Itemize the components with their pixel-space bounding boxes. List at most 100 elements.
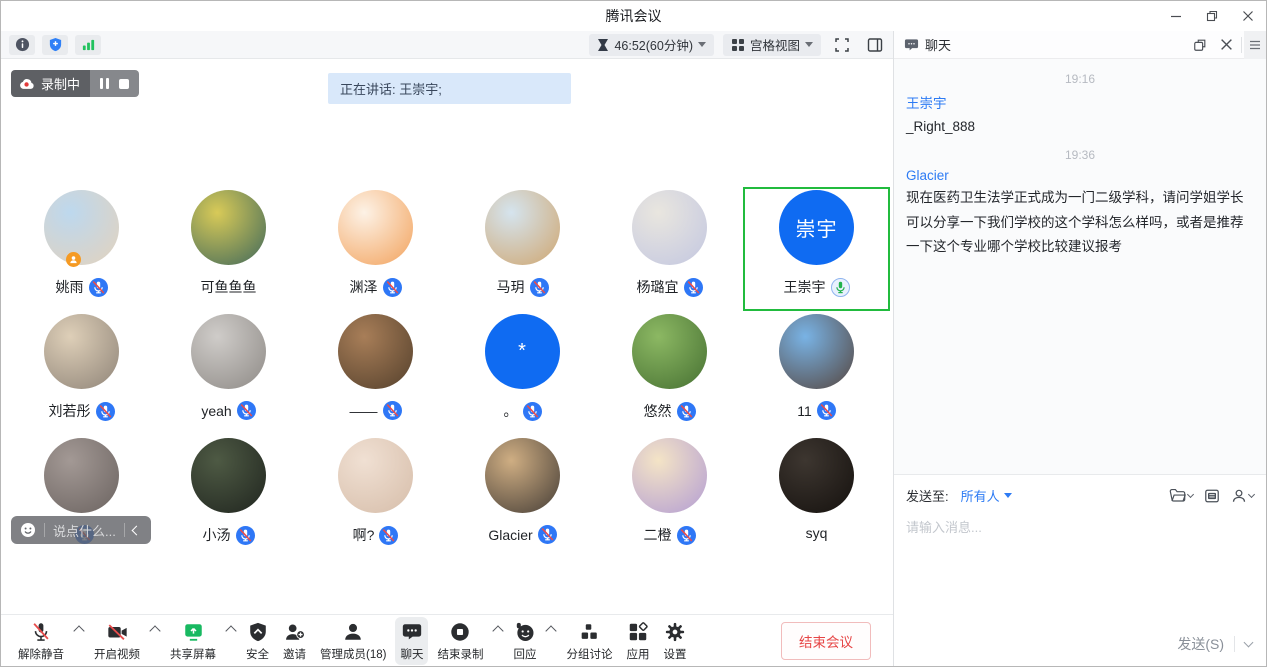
avatar <box>485 438 560 513</box>
participant-tile[interactable]: 姚雨 <box>8 187 155 311</box>
side-panel-toggle-icon[interactable] <box>863 34 887 56</box>
chevron-down-icon <box>1004 493 1012 498</box>
mic-status-icon <box>817 401 836 420</box>
toolbar-item-chat[interactable]: 聊天 <box>395 617 428 665</box>
window-title: 腾讯会议 <box>1 1 1266 31</box>
avatar: 崇宇 <box>779 190 854 265</box>
quick-chat-placeholder[interactable]: 说点什么... <box>53 521 116 540</box>
avatar <box>338 438 413 513</box>
participant-tile[interactable]: 悠然 <box>596 311 743 435</box>
info-icon[interactable] <box>9 35 35 55</box>
participant-tile[interactable]: 杨璐宜 <box>596 187 743 311</box>
participant-name: —— <box>350 403 378 419</box>
chevron-down-icon[interactable] <box>1244 638 1254 648</box>
chevron-up-icon[interactable] <box>225 625 236 636</box>
fullscreen-icon[interactable] <box>830 34 854 56</box>
breakout-squares-icon <box>578 620 600 645</box>
security-shield-icon <box>247 620 269 645</box>
shield-check-icon[interactable] <box>42 35 68 55</box>
message-sender[interactable]: Glacier <box>906 168 1254 183</box>
hourglass-icon <box>597 38 609 52</box>
reaction-smiley-icon <box>513 620 536 645</box>
toolbar-item-manage-members[interactable]: 管理成员(18) <box>315 617 391 665</box>
chevron-up-icon[interactable] <box>546 625 557 636</box>
message-input[interactable]: 请输入消息... <box>894 505 1266 548</box>
mic-status-icon <box>677 526 696 545</box>
mic-status-icon <box>684 278 703 297</box>
toolbar-item-start-video[interactable]: 开启视频 <box>89 617 145 665</box>
participant-tile[interactable]: * 。 <box>449 311 596 435</box>
participant-tile[interactable]: 小汤 <box>155 435 302 559</box>
participant-name: yeah <box>201 403 231 419</box>
menu-icon[interactable] <box>1244 31 1266 59</box>
participant-tile[interactable]: 啊? <box>302 435 449 559</box>
pause-recording-button[interactable] <box>100 78 109 89</box>
participant-tile[interactable]: 渊泽 <box>302 187 449 311</box>
toolbar-item-reactions[interactable]: 回应 <box>508 617 541 665</box>
participant-tile[interactable]: 二橙 <box>596 435 743 559</box>
avatar-text: 崇宇 <box>796 213 838 242</box>
toolbar-item-unmute[interactable]: 解除静音 <box>13 617 69 665</box>
participant-tile[interactable]: Glacier <box>449 435 596 559</box>
member-person-icon <box>342 620 364 645</box>
toolbar-item-breakout-rooms[interactable]: 分组讨论 <box>561 617 617 665</box>
toolbar-item-security[interactable]: 安全 <box>241 617 274 665</box>
stop-recording-button[interactable] <box>119 79 129 89</box>
participant-name: 悠然 <box>644 401 672 421</box>
participant-tile[interactable]: 刘若彤 <box>8 311 155 435</box>
toolbar-item-settings[interactable]: 设置 <box>658 617 691 665</box>
avatar <box>485 190 560 265</box>
message-text: _Right_888 <box>906 115 1254 139</box>
chevron-up-icon[interactable] <box>149 625 160 636</box>
emoji-smile-icon[interactable] <box>20 522 36 538</box>
chevron-up-icon[interactable] <box>493 625 504 636</box>
participant-tile[interactable]: 11 <box>743 311 890 435</box>
send-to-selector[interactable]: 所有人 <box>961 486 1012 505</box>
chat-message-list[interactable]: 19:16王崇宇_Right_88819:36Glacier现在医药卫生法学正式… <box>894 59 1266 474</box>
collapse-left-icon[interactable] <box>132 525 142 535</box>
message-sender[interactable]: 王崇宇 <box>906 92 1254 112</box>
participant-tile[interactable]: —— <box>302 311 449 435</box>
mic-status-icon <box>237 401 256 420</box>
participant-name: Glacier <box>488 527 532 543</box>
participant-name: 。 <box>504 401 518 421</box>
participant-tile[interactable]: 崇宇 王崇宇 <box>743 187 890 311</box>
mic-status-icon <box>236 526 255 545</box>
toolbar-item-share-screen[interactable]: 共享屏幕 <box>165 617 221 665</box>
participant-tile[interactable]: syq <box>743 435 890 559</box>
minimize-button[interactable] <box>1158 1 1194 31</box>
toolbar-item-invite[interactable]: 邀请 <box>278 617 311 665</box>
send-button[interactable]: 发送(S) <box>1177 634 1224 654</box>
network-signal-icon[interactable] <box>75 35 101 55</box>
participant-name: 11 <box>797 403 812 419</box>
pop-out-icon[interactable] <box>1187 31 1213 59</box>
close-icon[interactable] <box>1230 1 1266 31</box>
restore-button[interactable] <box>1194 1 1230 31</box>
avatar <box>191 438 266 513</box>
participant-tile[interactable]: 马玥 <box>449 187 596 311</box>
toolbar-item-apps[interactable]: 应用 <box>621 617 654 665</box>
avatar <box>338 190 413 265</box>
chat-panel: 聊天 19:16王崇宇_Right_88819:36Glacier现在医药卫生法… <box>893 31 1266 666</box>
chevron-up-icon[interactable] <box>73 625 84 636</box>
mic-status-icon <box>383 401 402 420</box>
end-meeting-button[interactable]: 结束会议 <box>781 622 871 660</box>
announcement-icon[interactable] <box>1204 488 1220 504</box>
mic-status-icon <box>530 278 549 297</box>
participant-name: 马玥 <box>497 277 525 297</box>
recording-indicator: 录制中 <box>11 70 139 97</box>
chat-panel-title: 聊天 <box>925 35 951 54</box>
participant-tile[interactable]: 可鱼鱼鱼 <box>155 187 302 311</box>
contact-person-icon[interactable] <box>1231 488 1254 504</box>
view-mode-button[interactable]: 宫格视图 <box>723 34 821 56</box>
meeting-timer[interactable]: 46:52(60分钟) <box>589 34 714 56</box>
quick-chat-bar[interactable]: 说点什么... <box>11 516 151 544</box>
toolbar-item-stop-recording[interactable]: 结束录制 <box>432 617 488 665</box>
message-timestamp: 19:16 <box>906 72 1254 86</box>
avatar <box>44 190 119 265</box>
participant-tile[interactable]: yeah <box>155 311 302 435</box>
chat-header: 聊天 <box>894 31 1266 59</box>
cloud-record-icon <box>19 78 35 90</box>
close-icon[interactable] <box>1213 31 1239 59</box>
folder-icon[interactable] <box>1169 488 1193 503</box>
